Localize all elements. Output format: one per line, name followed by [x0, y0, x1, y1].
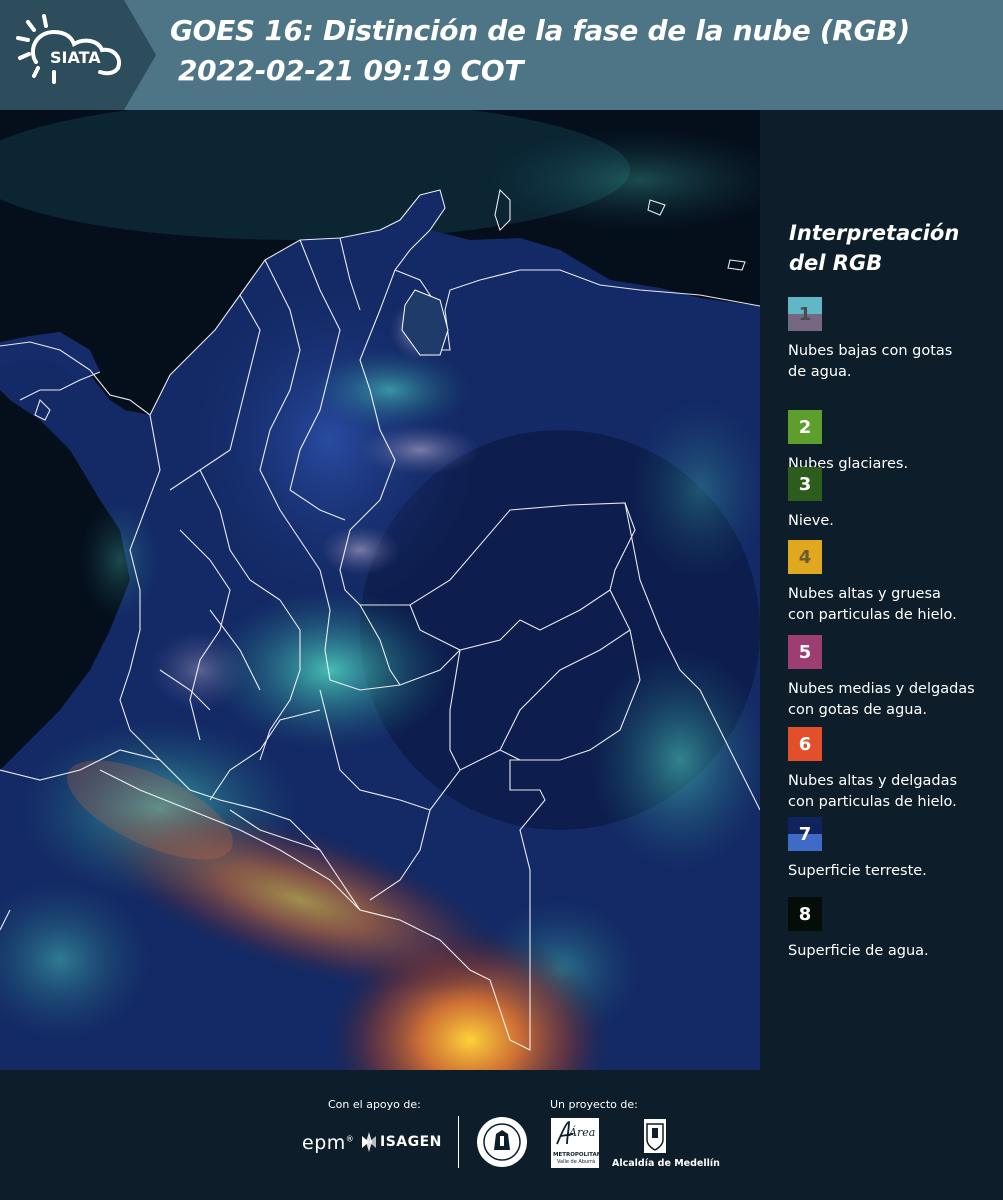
legend-swatch-number: 3 [798, 473, 812, 495]
legend-swatch: 8 [788, 897, 822, 931]
legend-label-line2: con gotas de agua. [788, 702, 927, 718]
project-caption: Un proyecto de: [550, 1098, 638, 1111]
legend-item: 5 Nubes medias y delgadas con gotas de agu… [788, 635, 998, 718]
siata-logo-text: SIATA [50, 48, 101, 67]
legend-title-line2: del RGB [789, 251, 883, 275]
cloud-patch [80, 500, 160, 620]
legend-swatch: 6 [788, 727, 822, 761]
legend-label-line1: Nubes bajas con gotas [788, 343, 953, 359]
map-timestamp: 2022-02-21 09:19 COT [178, 54, 524, 87]
university-seal-logo [476, 1116, 528, 1172]
legend-swatch-number: 1 [798, 303, 812, 325]
seal-icon [477, 1117, 527, 1167]
area-metropolitana-logo: Área METROPOLITANA Valle de Aburrá [551, 1118, 606, 1168]
legend-item: 8 Superficie de agua. [788, 897, 998, 967]
legend-label-line1: Nubes altas y gruesa [788, 586, 941, 602]
legend-item: 3 Nieve. [788, 467, 998, 537]
legend-label: Nubes altas y gruesa con particulas de hi… [788, 584, 1000, 626]
legend-swatch: 4 [788, 540, 822, 574]
coat-of-arms-icon [644, 1119, 666, 1153]
area-logo-subtext: METROPOLITANA [553, 1152, 606, 1158]
cloud-patch [150, 630, 250, 710]
legend-label-line2: con particulas de hielo. [788, 607, 957, 623]
cloud-patch [310, 350, 470, 430]
legend-swatch-number: 4 [798, 546, 812, 568]
header-bar: SIATA GOES 16: Distinción de la fase de … [0, 0, 1003, 110]
legend-label-line1: Nieve. [788, 513, 834, 529]
legend-label: Nubes altas y delgadas con particulas de … [788, 771, 1000, 813]
alcaldia-medellin-logo: Alcaldía de Medellín [610, 1118, 720, 1174]
cloud-patch [320, 525, 400, 575]
legend-label: Superficie de agua. [788, 941, 1000, 962]
cloud-patch [360, 425, 480, 475]
siata-logo-icon: SIATA [16, 14, 121, 84]
legend-swatch-number: 8 [798, 903, 812, 925]
legend-label-line1: Nubes altas y delgadas [788, 773, 958, 789]
area-logo-subtext2: Valle de Aburrá [557, 1159, 596, 1165]
legend-swatch: 2 [788, 410, 822, 444]
legend-swatch-number: 7 [798, 823, 812, 845]
area-logo-text: Área [569, 1126, 596, 1139]
legend-item: 1 Nubes bajas con gotas de agua. [788, 297, 998, 380]
legend-swatch-number: 2 [798, 416, 812, 438]
footer: Con el apoyo de: Un proyecto de: epm® IS… [0, 1070, 1003, 1200]
footer-divider [458, 1116, 459, 1168]
isagen-mark-icon [362, 1132, 376, 1152]
legend-label-line1: Superficie terreste. [788, 863, 927, 879]
legend-panel: Interpretación del RGB 1 Nubes bajas con … [760, 110, 1003, 1070]
legend-label-line2: de agua. [788, 364, 852, 380]
legend-title: Interpretación del RGB [789, 218, 989, 278]
legend-item: 7 Superficie terreste. [788, 817, 998, 887]
support-caption: Con el apoyo de: [328, 1098, 421, 1111]
legend-label-line2: con particulas de hielo. [788, 794, 957, 810]
legend-swatch: 3 [788, 467, 822, 501]
legend-swatch-number: 5 [798, 641, 812, 663]
legend-label: Nubes medias y delgadas con gotas de agua… [788, 679, 1000, 721]
legend-label: Nieve. [788, 511, 1000, 532]
legend-swatch: 1 [788, 297, 822, 331]
epm-logo: epm® [302, 1132, 355, 1154]
epm-logo-text: epm [302, 1132, 346, 1154]
legend-label-line1: Nubes medias y delgadas [788, 681, 975, 697]
legend-label: Nubes bajas con gotas de agua. [788, 341, 1000, 383]
legend-swatch: 5 [788, 635, 822, 669]
legend-label-line1: Superficie de agua. [788, 943, 929, 959]
legend-label: Superficie terreste. [788, 861, 1000, 882]
legend-swatch-number: 6 [798, 733, 812, 755]
legend-item: 6 Nubes altas y delgadas con particulas de… [788, 727, 998, 810]
satellite-map [0, 110, 760, 1070]
map-title: GOES 16: Distinción de la fase de la nub… [170, 14, 910, 47]
alcaldia-logo-text: Alcaldía de Medellín [612, 1158, 720, 1169]
legend-swatch: 7 [788, 817, 822, 851]
isagen-logo-text: ISAGEN [380, 1134, 442, 1150]
legend-item: 4 Nubes altas y gruesa con particulas de h… [788, 540, 998, 623]
legend-title-line1: Interpretación [789, 221, 960, 245]
